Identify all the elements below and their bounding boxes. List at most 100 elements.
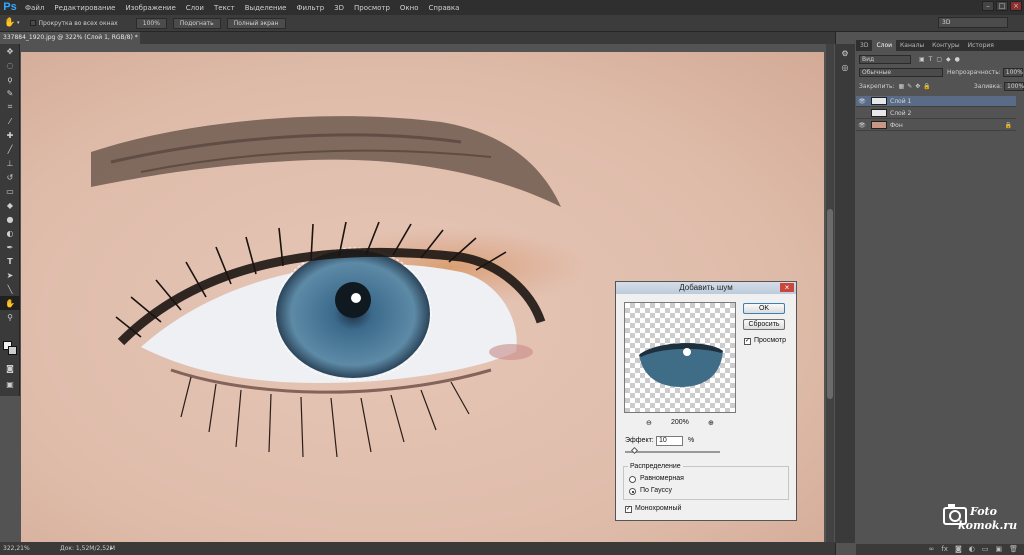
mask-icon[interactable]: ◙ — [955, 544, 962, 555]
menu-edit[interactable]: Редактирование — [49, 4, 120, 12]
brush-tool-icon[interactable]: ╱ — [0, 142, 20, 156]
vertical-scrollbar[interactable] — [826, 44, 834, 542]
tab-history[interactable]: История — [964, 40, 998, 51]
reset-button[interactable]: Сбросить — [743, 319, 785, 330]
quick-select-tool-icon[interactable]: ✎ — [0, 86, 20, 100]
amount-label: Эффект: — [625, 437, 654, 444]
fullscreen-button[interactable]: Полный экран — [226, 17, 286, 29]
adjustment-icon[interactable]: ◐ — [969, 544, 975, 555]
blend-mode-select[interactable]: Обычные — [859, 67, 943, 77]
history-panel-icon[interactable]: ⚙ — [835, 49, 855, 63]
document-tab[interactable]: 337884_1920.jpg @ 322% (Слой 1, RGB/8) *… — [0, 32, 140, 53]
close-icon[interactable]: × — [1010, 1, 1022, 11]
maximize-icon[interactable]: □ — [996, 1, 1008, 11]
amount-slider[interactable] — [625, 446, 720, 455]
zoom-out-icon[interactable]: ⊖ — [646, 419, 652, 427]
scroll-all-checkbox[interactable] — [29, 20, 36, 26]
uniform-radio[interactable] — [629, 476, 636, 483]
clone-stamp-tool-icon[interactable]: ⊥ — [0, 156, 20, 170]
status-arrow-icon[interactable]: ▸ — [110, 542, 113, 555]
vertical-scroll-thumb[interactable] — [827, 209, 833, 399]
move-tool-icon[interactable]: ✥ — [0, 44, 20, 58]
amount-slider-thumb[interactable] — [630, 446, 638, 455]
hand-tool-icon: ✋ — [4, 18, 16, 28]
quick-mask-icon[interactable]: ◙ — [0, 361, 20, 375]
zoom-in-icon[interactable]: ⊕ — [708, 419, 714, 427]
link-icon[interactable]: ∞ — [929, 544, 935, 555]
lock-label: Закрепить: — [859, 82, 895, 90]
fit-screen-button[interactable]: Подогнать — [172, 17, 221, 29]
lasso-tool-icon[interactable]: ϙ — [0, 72, 20, 86]
tab-paths[interactable]: Контуры — [928, 40, 963, 51]
folder-icon[interactable]: ▭ — [982, 544, 989, 555]
screen-mode-icon[interactable]: ▣ — [0, 377, 20, 391]
lock-icons[interactable]: ▦✎✥🔒 — [899, 83, 934, 90]
amount-input[interactable]: 10 — [656, 436, 683, 446]
tab-layers[interactable]: Слои — [872, 40, 897, 51]
layer-name[interactable]: Фон — [890, 122, 903, 129]
crop-tool-icon[interactable]: ⌗ — [0, 100, 20, 114]
fx-icon[interactable]: fx — [941, 544, 948, 555]
background-color-swatch[interactable] — [8, 346, 17, 355]
workspace-select[interactable]: 3D — [938, 17, 1008, 28]
menu-bar: Ps Файл Редактирование Изображение Слои … — [0, 0, 1024, 15]
zoom-100-button[interactable]: 100% — [135, 17, 167, 29]
menu-3d[interactable]: 3D — [329, 4, 349, 12]
layer-name[interactable]: Слой 1 — [890, 98, 911, 105]
opacity-field[interactable]: 100% — [1002, 67, 1023, 77]
menu-window[interactable]: Окно — [395, 4, 424, 12]
menu-filter[interactable]: Фильтр — [291, 4, 329, 12]
path-select-tool-icon[interactable]: ➤ — [0, 268, 20, 282]
properties-panel-icon[interactable]: ◎ — [835, 63, 855, 77]
dodge-tool-icon[interactable]: ◐ — [0, 226, 20, 240]
status-bar: 322,21% Док: 1,52M/2,52M ▸ — [0, 542, 835, 555]
new-layer-icon[interactable]: ▣ — [995, 544, 1002, 555]
eraser-tool-icon[interactable]: ▭ — [0, 184, 20, 198]
blur-tool-icon[interactable]: ● — [0, 212, 20, 226]
tab-3d[interactable]: 3D — [856, 40, 872, 51]
zoom-tool-icon[interactable]: ⚲ — [0, 310, 20, 324]
visibility-eye-icon[interactable]: 👁 — [856, 122, 868, 129]
ok-button[interactable]: OK — [743, 303, 785, 314]
layer-row-1[interactable]: 👁 Слой 1 — [856, 96, 1016, 107]
gaussian-radio[interactable] — [629, 488, 636, 495]
pen-tool-icon[interactable]: ✒ — [0, 240, 20, 254]
marquee-tool-icon[interactable]: ◌ — [0, 58, 20, 72]
uniform-label: Равномерная — [640, 475, 684, 482]
healing-brush-tool-icon[interactable]: ✚ — [0, 128, 20, 142]
tab-channels[interactable]: Каналы — [896, 40, 928, 51]
scroll-all-label: Прокрутка во всех окнах — [38, 19, 118, 27]
line-tool-icon[interactable]: ╲ — [0, 282, 20, 296]
menu-file[interactable]: Файл — [20, 4, 49, 12]
preview-checkbox[interactable]: ✓ — [744, 338, 751, 345]
trash-icon[interactable]: 🗑 — [1009, 544, 1018, 555]
hand-tool-icon[interactable]: ✋ — [0, 296, 20, 310]
menu-type[interactable]: Текст — [209, 4, 240, 12]
visibility-eye-icon[interactable]: 👁 — [856, 98, 868, 105]
layer-kind-filter[interactable]: Вид — [859, 54, 911, 64]
menu-layers[interactable]: Слои — [181, 4, 209, 12]
minimize-icon[interactable]: – — [982, 1, 994, 11]
filter-icons[interactable]: ▣T▢◆● — [919, 56, 964, 63]
monochrome-checkbox[interactable]: ✓ — [625, 506, 632, 513]
paint-bucket-tool-icon[interactable]: ◆ — [0, 198, 20, 212]
history-brush-tool-icon[interactable]: ↺ — [0, 170, 20, 184]
zoom-level[interactable]: 322,21% — [3, 542, 30, 555]
lock-icon: 🔒 — [1004, 121, 1012, 129]
menu-image[interactable]: Изображение — [120, 4, 180, 12]
document-tab-title: 337884_1920.jpg @ 322% (Слой 1, RGB/8) * — [3, 34, 138, 41]
menu-select[interactable]: Выделение — [240, 4, 292, 12]
fill-field[interactable]: 100% — [1004, 81, 1024, 91]
dialog-close-icon[interactable]: × — [780, 283, 794, 292]
eyedropper-tool-icon[interactable]: ⁄ — [0, 114, 20, 128]
menu-view[interactable]: Просмотр — [349, 4, 395, 12]
filter-preview[interactable] — [624, 302, 736, 413]
layer-name[interactable]: Слой 2 — [890, 110, 911, 117]
watermark-line2: komok.ru — [958, 519, 1018, 532]
chevron-down-icon[interactable]: ▾ — [17, 20, 20, 26]
preview-image — [639, 343, 723, 387]
layer-row-background[interactable]: 👁 Фон 🔒 — [856, 120, 1016, 131]
layer-row-2[interactable]: Слой 2 — [856, 108, 1016, 119]
type-tool-icon[interactable]: T — [0, 254, 20, 268]
menu-help[interactable]: Справка — [424, 4, 465, 12]
